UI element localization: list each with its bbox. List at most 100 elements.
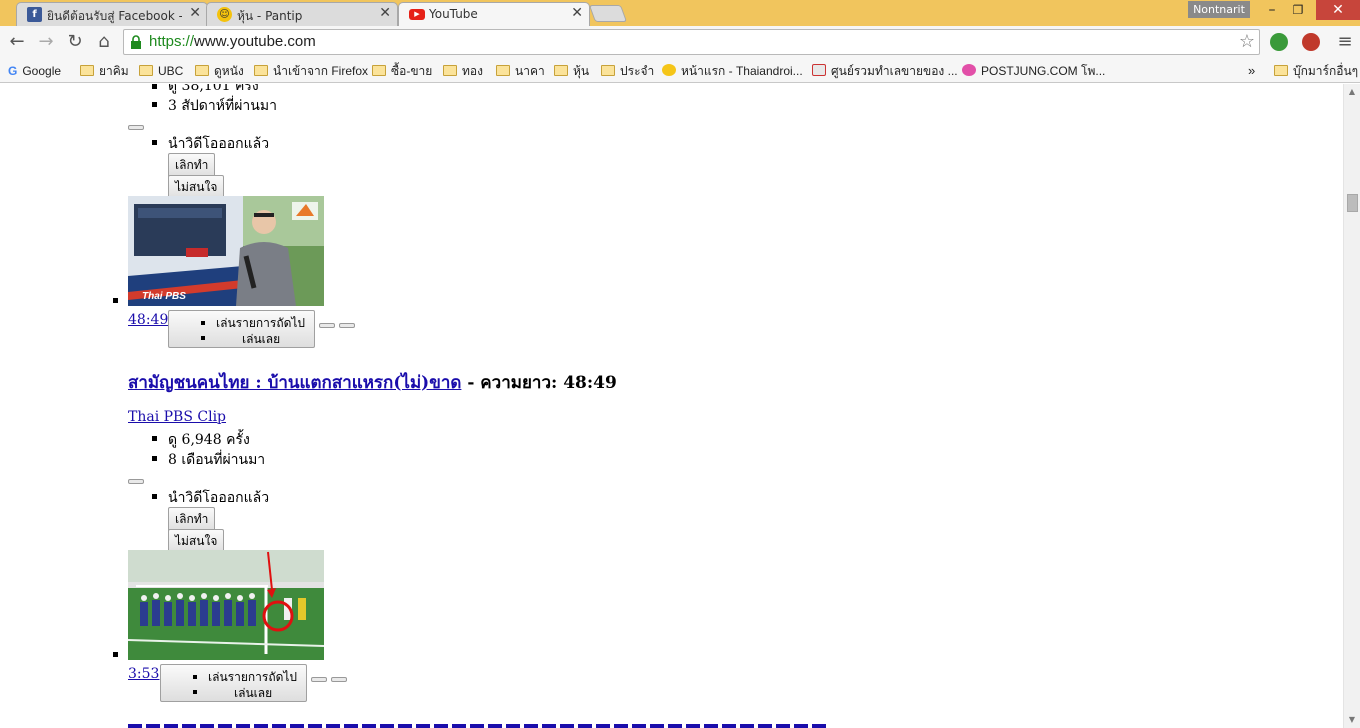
video-views: ดู 6,948 ครั้ง: [168, 432, 250, 448]
list-bullet: [152, 436, 157, 441]
video-thumbnail-image: [128, 550, 324, 660]
page-content: ดู 38,101 ครั้ง 3 สัปดาห์ที่ผ่านมา นำวิด…: [0, 84, 1343, 728]
small-button[interactable]: [128, 479, 144, 484]
video-length-label: - ความยาว: 48:49: [461, 373, 617, 393]
small-button[interactable]: [311, 677, 327, 682]
window-close-button[interactable]: ✕: [1316, 0, 1360, 20]
video-menu[interactable]: เล่นรายการถัดไป เล่นเลย: [160, 664, 307, 702]
scroll-up-icon[interactable]: ▲: [1344, 84, 1360, 100]
tab-title: YouTube: [429, 7, 478, 21]
tab-strip: f ยินดีต้อนรับสู่ Facebook - เข้าสู่ระบบ…: [0, 0, 1360, 26]
tab-pantip[interactable]: ☺ หุ้น - Pantip ✕: [206, 2, 398, 26]
bookmark-other[interactable]: บุ๊กมาร์กอื่นๆ: [1274, 62, 1358, 80]
video-age: 8 เดือนที่ผ่านมา: [168, 452, 266, 468]
folder-icon: [554, 65, 568, 76]
toolbar: ← → ↻ ⌂ https://www.youtube.com ☆ ≡: [0, 26, 1360, 59]
video-thumbnail[interactable]: [128, 550, 324, 660]
video-age: 3 สัปดาห์ที่ผ่านมา: [168, 98, 277, 114]
bookmark-folder[interactable]: หุ้น: [554, 62, 589, 80]
new-tab-button[interactable]: [588, 5, 628, 22]
small-button[interactable]: [319, 323, 335, 328]
extension-icon[interactable]: [1270, 33, 1288, 51]
tab-title: หุ้น - Pantip: [237, 9, 303, 23]
list-bullet: [193, 675, 197, 679]
close-icon[interactable]: ✕: [379, 5, 391, 21]
small-button[interactable]: [331, 677, 347, 682]
postjung-icon: [962, 64, 976, 76]
video-duration-link[interactable]: 3:53: [128, 666, 159, 682]
tab-facebook[interactable]: f ยินดีต้อนรับสู่ Facebook - เข้าสู่ระบบ…: [16, 2, 208, 26]
channel-link[interactable]: Thai PBS Clip: [128, 409, 226, 425]
vertical-scrollbar[interactable]: ▲ ▼: [1343, 84, 1360, 728]
restore-button[interactable]: ❐: [1288, 0, 1308, 20]
bookmark-folder[interactable]: นาคา: [496, 62, 545, 80]
list-bullet: [152, 84, 157, 89]
video-title: สามัญชนคนไทย : บ้านแตกสาแหรก(ไม่)ขาด - ค…: [128, 369, 617, 396]
list-bullet: [152, 140, 157, 145]
bookmark-folder[interactable]: นำเข้าจาก Firefox: [254, 62, 368, 80]
adblock-plus-icon[interactable]: [1302, 33, 1320, 51]
back-icon[interactable]: ←: [6, 31, 28, 53]
bookmark-postjung[interactable]: POSTJUNG.COM โพ...: [962, 62, 1105, 80]
list-bullet: [113, 652, 118, 657]
address-bar[interactable]: https://www.youtube.com ☆: [123, 29, 1260, 55]
forward-icon[interactable]: →: [35, 31, 57, 53]
tab-title: ยินดีต้อนรับสู่ Facebook - เข้าสู่ระบบหร…: [47, 9, 182, 23]
shop-icon: [812, 64, 826, 76]
scroll-down-icon[interactable]: ▼: [1344, 712, 1360, 728]
star-icon[interactable]: ☆: [1239, 31, 1255, 52]
minimize-button[interactable]: –: [1262, 0, 1282, 20]
list-bullet: [201, 336, 205, 340]
folder-icon: [372, 65, 386, 76]
video-duration-link[interactable]: 48:49: [128, 312, 168, 328]
bookmark-folder[interactable]: ดูหนัง: [195, 62, 244, 80]
url-text: https://www.youtube.com: [149, 33, 316, 50]
list-bullet: [152, 456, 157, 461]
folder-icon: [254, 65, 268, 76]
lock-icon: [131, 35, 141, 49]
folder-icon: [195, 65, 209, 76]
bookmark-folder[interactable]: ทอง: [443, 62, 483, 80]
video-title-link[interactable]: สามัญชนคนไทย : บ้านแตกสาแหรก(ไม่)ขาด: [128, 373, 461, 393]
home-icon[interactable]: ⌂: [93, 31, 115, 53]
thai-pbs-logo: Thai PBS: [142, 291, 186, 302]
bookmark-folder[interactable]: ประจำ: [601, 62, 654, 80]
menu-icon[interactable]: ≡: [1334, 31, 1356, 53]
list-bullet: [152, 494, 157, 499]
video-thumbnail[interactable]: Thai PBS: [128, 196, 324, 306]
small-button[interactable]: [128, 125, 144, 130]
list-bullet: [193, 690, 197, 694]
bookmarks-bar: G Google ยาคิม UBC ดูหนัง นำเข้าจาก Firef…: [0, 59, 1360, 83]
bookmark-folder[interactable]: UBC: [139, 62, 183, 80]
play-now-menu-item[interactable]: เล่นเลย: [242, 330, 280, 349]
list-bullet: [201, 321, 205, 325]
folder-icon: [80, 65, 94, 76]
play-now-menu-item[interactable]: เล่นเลย: [234, 684, 272, 703]
facebook-icon: f: [27, 7, 42, 22]
reload-icon[interactable]: ↻: [64, 31, 86, 53]
video-removed-label: นำวิดีโอออกแล้ว: [168, 136, 270, 152]
bookmark-shop[interactable]: ศูนย์รวมทำเลขายของ ...: [812, 62, 958, 80]
smiley-icon: [662, 64, 676, 76]
bookmark-thaiandroid[interactable]: หน้าแรก - Thaiandroi...: [662, 62, 803, 80]
folder-icon: [443, 65, 457, 76]
video-removed-label: นำวิดีโอออกแล้ว: [168, 490, 270, 506]
folder-icon: [496, 65, 510, 76]
video-menu[interactable]: เล่นรายการถัดไป เล่นเลย: [168, 310, 315, 348]
tab-youtube[interactable]: ▶ YouTube ✕: [398, 2, 590, 26]
google-icon: G: [8, 64, 18, 78]
folder-icon: [1274, 65, 1288, 76]
scrollbar-thumb[interactable]: [1347, 194, 1358, 212]
pantip-icon: ☺: [217, 7, 232, 22]
bookmark-google[interactable]: G Google: [8, 62, 61, 80]
youtube-icon: ▶: [409, 9, 425, 20]
list-bullet: [152, 102, 157, 107]
bookmarks-overflow[interactable]: »: [1248, 62, 1255, 80]
close-icon[interactable]: ✕: [189, 5, 201, 21]
bookmark-folder[interactable]: ซื้อ-ขาย: [372, 62, 432, 80]
list-bullet: [113, 298, 118, 303]
close-icon[interactable]: ✕: [571, 5, 583, 21]
small-button[interactable]: [339, 323, 355, 328]
bookmark-folder[interactable]: ยาคิม: [80, 62, 129, 80]
profile-button[interactable]: Nontnarit: [1188, 1, 1250, 18]
